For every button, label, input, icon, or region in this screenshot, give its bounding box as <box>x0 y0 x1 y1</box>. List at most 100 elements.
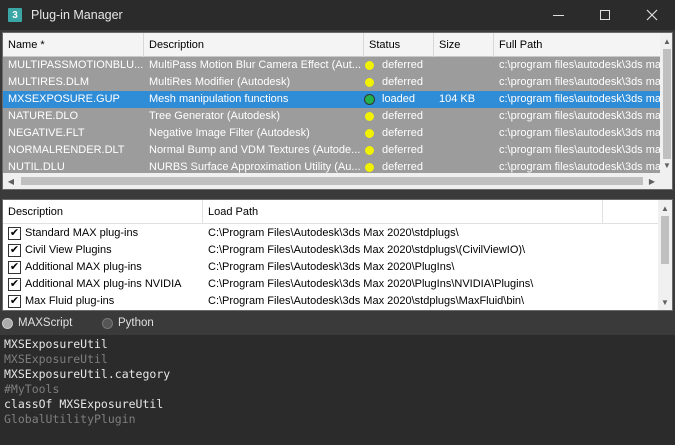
status-dot-icon <box>365 163 374 172</box>
radio-icon[interactable] <box>102 318 113 329</box>
plugin-size <box>434 57 494 74</box>
plugin-status: deferred <box>382 76 423 88</box>
plugin-status: deferred <box>382 59 423 71</box>
plugin-size <box>434 108 494 125</box>
plugin-description: MultiPass Motion Blur Camera Effect (Aut… <box>149 59 361 71</box>
scroll-up-arrow-icon[interactable]: ▲ <box>658 200 672 216</box>
column-header-description[interactable]: Description <box>144 33 364 57</box>
load-paths-vertical-scrollbar[interactable]: ▲ ▼ <box>658 200 672 310</box>
plugin-list: Name * Description Status Size Full Path… <box>2 32 673 190</box>
3ds-max-app-icon: 3 <box>8 8 22 22</box>
table-row[interactable]: NATURE.DLO Tree Generator (Autodesk) defer… <box>3 108 660 125</box>
checkbox-checked-icon[interactable]: ✔ <box>8 278 21 291</box>
plugin-size <box>434 125 494 142</box>
listener-input-line: MXSExposureUtil <box>4 337 108 351</box>
scrollbar-thumb[interactable] <box>661 216 669 264</box>
column-header-name[interactable]: Name * <box>3 33 144 57</box>
checkbox-checked-icon[interactable]: ✔ <box>8 244 21 257</box>
status-dot-icon <box>365 95 374 104</box>
checkbox-checked-icon[interactable]: ✔ <box>8 261 21 274</box>
status-dot-icon <box>365 146 374 155</box>
radio-icon[interactable] <box>2 318 13 329</box>
table-row[interactable]: MULTIPASSMOTIONBLU... MultiPass Motion Bl… <box>3 57 660 74</box>
load-path-description: Civil View Plugins <box>25 244 112 256</box>
list-item[interactable]: ✔ Civil View Plugins C:\Program Files\Auto… <box>3 242 658 259</box>
scroll-right-arrow-icon[interactable]: ▶ <box>644 173 660 189</box>
minimize-icon <box>552 14 564 16</box>
plugin-description: Mesh manipulation functions <box>149 93 289 105</box>
plugin-description: Tree Generator (Autodesk) <box>149 110 281 122</box>
load-paths-list: Description Load Path ✔ Standard MAX plug… <box>2 199 673 311</box>
close-icon <box>646 9 658 21</box>
plugin-name: NEGATIVE.FLT <box>8 127 85 139</box>
checkbox-checked-icon[interactable]: ✔ <box>8 227 21 240</box>
listener-input-line: MXSExposureUtil.category <box>4 367 171 381</box>
status-dot-icon <box>365 112 374 121</box>
plugin-status: deferred <box>382 110 423 122</box>
scroll-down-arrow-icon[interactable]: ▼ <box>660 157 672 173</box>
table-row[interactable]: MXSEXPOSURE.GUP Mesh manipulation functio… <box>3 91 660 108</box>
horizontal-scrollbar-thumb[interactable] <box>21 177 643 185</box>
load-path-value: C:\Program Files\Autodesk\3ds Max 2020\s… <box>208 227 459 239</box>
column-header-status[interactable]: Status <box>364 33 434 57</box>
scroll-up-arrow-icon[interactable]: ▲ <box>660 33 672 49</box>
plugin-status: deferred <box>382 127 423 139</box>
plugin-name: NATURE.DLO <box>8 110 79 122</box>
plugin-description: Normal Bump and VDM Textures (Autode... <box>149 144 361 156</box>
column-header-full-path[interactable]: Full Path <box>494 33 660 57</box>
plugin-path: c:\program files\autodesk\3ds ma <box>499 110 660 122</box>
close-button[interactable] <box>629 0 675 30</box>
load-path-description: Additional MAX plug-ins NVIDIA <box>25 278 182 290</box>
plugin-size <box>434 74 494 91</box>
plugin-path: c:\program files\autodesk\3ds ma <box>499 76 660 88</box>
table-row[interactable]: NORMALRENDER.DLT Normal Bump and VDM Text… <box>3 142 660 159</box>
script-listener[interactable]: MXSExposureUtil MXSExposureUtil MXSExposur… <box>0 335 675 445</box>
load-path-value: C:\Program Files\Autodesk\3ds Max 2020\P… <box>208 261 455 273</box>
load-path-value: C:\Program Files\Autodesk\3ds Max 2020\s… <box>208 244 526 256</box>
listener-output-line: #MyTools <box>4 382 60 396</box>
checkbox-checked-icon[interactable]: ✔ <box>8 295 21 308</box>
plugin-name: NORMALRENDER.DLT <box>8 144 125 156</box>
scroll-down-arrow-icon[interactable]: ▼ <box>658 294 672 310</box>
scroll-left-arrow-icon[interactable]: ◀ <box>3 173 19 189</box>
status-dot-icon <box>365 129 374 138</box>
status-dot-icon <box>365 78 374 87</box>
list-item[interactable]: ✔ Additional MAX plug-ins C:\Program Files… <box>3 259 658 276</box>
tab-python[interactable]: Python <box>118 317 154 329</box>
list-item[interactable]: ✔ Additional MAX plug-ins NVIDIA C:\Progra… <box>3 276 658 293</box>
plugin-list-horizontal-scrollbar[interactable]: ◀ ▶ <box>3 173 660 189</box>
load-path-description: Max Fluid plug-ins <box>25 295 115 307</box>
plugin-path: c:\program files\autodesk\3ds ma <box>499 144 660 156</box>
maximize-button[interactable] <box>582 0 628 30</box>
table-row[interactable]: NEGATIVE.FLT Negative Image Filter (Autod… <box>3 125 660 142</box>
title-bar: 3 Plug-in Manager <box>0 0 675 30</box>
plugin-name: MXSEXPOSURE.GUP <box>8 93 120 105</box>
column-header-load-path[interactable]: Load Path <box>203 200 603 224</box>
scrollbar-thumb[interactable] <box>663 49 671 159</box>
list-item[interactable]: ✔ Standard MAX plug-ins C:\Program Files\A… <box>3 225 658 242</box>
maximize-icon <box>600 10 610 20</box>
plugin-description: MultiRes Modifier (Autodesk) <box>149 76 291 88</box>
plugin-path: c:\program files\autodesk\3ds ma <box>499 59 660 71</box>
plugin-list-vertical-scrollbar[interactable]: ▲ ▼ <box>660 33 672 173</box>
plugin-path: c:\program files\autodesk\3ds ma <box>499 127 660 139</box>
tab-maxscript[interactable]: MAXScript <box>18 317 72 329</box>
plugin-status: loaded <box>382 93 416 105</box>
load-path-value: C:\Program Files\Autodesk\3ds Max 2020\P… <box>208 278 534 290</box>
plugin-description: Negative Image Filter (Autodesk) <box>149 127 310 139</box>
listener-output-line: GlobalUtilityPlugin <box>4 412 136 426</box>
table-row[interactable]: MULTIRES.DLM MultiRes Modifier (Autodesk)… <box>3 74 660 91</box>
listener-tab-bar: MAXScript Python <box>0 314 675 334</box>
status-dot-icon <box>365 61 374 70</box>
load-path-description: Additional MAX plug-ins <box>25 261 142 273</box>
column-header-path-description[interactable]: Description <box>3 200 203 224</box>
load-paths-header: Description Load Path <box>3 200 658 224</box>
minimize-button[interactable] <box>535 0 581 30</box>
column-header-size[interactable]: Size <box>434 33 494 57</box>
plugin-size: 104 KB <box>439 93 476 105</box>
plugin-path: c:\program files\autodesk\3ds ma <box>499 93 660 105</box>
plugin-name: MULTIRES.DLM <box>8 76 90 88</box>
scrollbar-corner <box>660 173 672 189</box>
load-path-description: Standard MAX plug-ins <box>25 227 139 239</box>
list-item[interactable]: ✔ Max Fluid plug-ins C:\Program Files\Auto… <box>3 293 658 310</box>
